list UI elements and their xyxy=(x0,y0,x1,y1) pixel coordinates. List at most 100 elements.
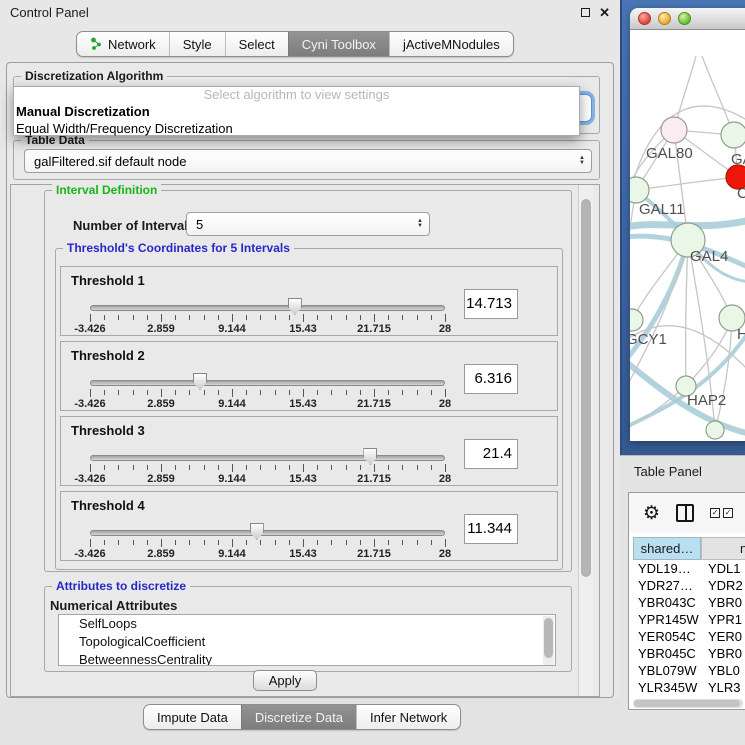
network-node-gcy1[interactable] xyxy=(630,309,643,331)
attribute-item[interactable]: TopologicalCoefficient xyxy=(59,633,555,651)
table-data-combo[interactable]: galFiltered.sif default node ▲▼ xyxy=(24,149,592,173)
tab-label: Discretize Data xyxy=(255,710,343,725)
table-row[interactable]: YBR043CYBR0 xyxy=(633,594,745,611)
slider-tick xyxy=(402,315,403,320)
slider-tick xyxy=(331,540,332,545)
slider-thumb[interactable] xyxy=(250,523,264,540)
scrollbar-thumb[interactable] xyxy=(581,199,591,577)
slider-tick xyxy=(388,315,389,320)
checkbox-icon[interactable]: ✓ xyxy=(710,508,720,518)
tab-jactivemnodules[interactable]: jActiveMNodules xyxy=(389,32,513,56)
close-traffic-light-icon[interactable] xyxy=(638,12,651,25)
slider-tick xyxy=(360,465,361,470)
slider-tick xyxy=(90,389,91,397)
network-window-titlebar xyxy=(630,8,745,30)
slider-track[interactable] xyxy=(90,380,445,386)
tab-network[interactable]: Network xyxy=(77,32,169,56)
columns-icon[interactable] xyxy=(676,504,694,522)
tab-select[interactable]: Select xyxy=(225,32,288,56)
slider-thumb[interactable] xyxy=(363,448,377,465)
tab-cyni-toolbox[interactable]: Cyni Toolbox xyxy=(288,32,389,56)
slider-tick xyxy=(133,540,134,545)
network-edge[interactable] xyxy=(630,386,686,430)
network-node[interactable] xyxy=(706,421,724,439)
table-row[interactable]: YPR145WYPR1 xyxy=(633,611,745,628)
tab-infer-network[interactable]: Infer Network xyxy=(356,705,460,729)
tick-label: 15.43 xyxy=(289,323,317,335)
table-row[interactable]: YER054CYER0 xyxy=(633,628,745,645)
threshold-value-field[interactable]: 6.316 xyxy=(464,364,518,394)
tab-impute-data[interactable]: Impute Data xyxy=(144,705,241,729)
slider-thumb[interactable] xyxy=(288,298,302,315)
slider-tick xyxy=(417,390,418,395)
group-title-attributes: Attributes to discretize xyxy=(52,579,190,593)
slider-tick xyxy=(147,315,148,320)
tick-label: 15.43 xyxy=(289,398,317,410)
threshold-value-field[interactable]: 11.344 xyxy=(464,514,518,544)
checkbox-icon[interactable]: ✓ xyxy=(723,508,733,518)
tick-label: -3.426 xyxy=(74,323,105,335)
node-label: GAL11 xyxy=(639,201,685,218)
tab-style[interactable]: Style xyxy=(169,32,225,56)
network-view-window: GAL80GACGAL11GAL4GCY1HHAP2 xyxy=(630,8,745,441)
slider-tick xyxy=(402,390,403,395)
slider-tick xyxy=(246,315,247,320)
algorithm-option-manual-discretization[interactable]: Manual Discretization xyxy=(14,103,579,120)
slider-tick xyxy=(303,464,304,472)
network-edge[interactable] xyxy=(636,177,738,190)
network-node-ga[interactable] xyxy=(721,122,745,148)
algorithm-option-equal-width-frequency-discretization[interactable]: Equal Width/Frequency Discretization xyxy=(14,120,579,137)
zoom-traffic-light-icon[interactable] xyxy=(678,12,691,25)
threshold-panel-3: Threshold 3 -3.4262.8599.14415.4321.7152… xyxy=(60,416,558,486)
minimize-traffic-light-icon[interactable] xyxy=(658,12,671,25)
slider-tick xyxy=(374,539,375,547)
settings-scrollbar[interactable] xyxy=(578,185,593,696)
table-row[interactable]: YDR27…YDR2 xyxy=(633,577,745,594)
apply-button[interactable]: Apply xyxy=(253,670,317,691)
list-scrollbar[interactable] xyxy=(543,616,554,666)
slider-tick xyxy=(189,315,190,320)
node-label: GA xyxy=(731,151,745,168)
attribute-item[interactable]: SelfLoops xyxy=(59,615,555,633)
network-edge[interactable] xyxy=(686,240,688,386)
close-icon[interactable]: ✕ xyxy=(599,6,610,19)
group-title-algorithm: Discretization Algorithm xyxy=(21,69,167,83)
column-header-1[interactable]: shared… xyxy=(633,537,701,560)
scrollbar-thumb[interactable] xyxy=(544,618,553,658)
numerical-attributes-list[interactable]: SelfLoopsTopologicalCoefficientBetweenne… xyxy=(58,614,556,666)
attribute-item[interactable]: BetweennessCentrality xyxy=(59,651,555,666)
slider-track[interactable] xyxy=(90,455,445,461)
float-window-icon[interactable] xyxy=(581,8,590,17)
tab-discretize-data[interactable]: Discretize Data xyxy=(241,705,356,729)
threshold-value-field[interactable]: 14.713 xyxy=(464,289,518,319)
table-row[interactable]: YLR345WYLR3 xyxy=(633,679,745,696)
table-horizontal-scrollbar[interactable] xyxy=(633,699,743,708)
number-of-intervals-value: 5 xyxy=(187,217,203,232)
table-cell: YBR0 xyxy=(701,645,745,662)
column-header-2[interactable]: na xyxy=(701,537,745,560)
threshold-panel-2: Threshold 2 -3.4262.8599.14415.4321.7152… xyxy=(60,341,558,411)
slider-track[interactable] xyxy=(90,305,445,311)
table-row[interactable]: YBR045CYBR0 xyxy=(633,645,745,662)
slider-tick xyxy=(431,390,432,395)
table-cell: YBL079W xyxy=(633,662,701,679)
table-row[interactable]: YDL19…YDL1 xyxy=(633,560,745,577)
network-node-gal80[interactable] xyxy=(661,117,687,143)
tab-label: Impute Data xyxy=(157,710,228,725)
slider-tick xyxy=(275,390,276,395)
gear-icon[interactable]: ⚙ xyxy=(643,504,660,523)
threshold-value-field[interactable]: 21.4 xyxy=(464,439,518,469)
network-canvas[interactable]: GAL80GACGAL11GAL4GCY1HHAP2 xyxy=(630,30,745,441)
network-graph[interactable]: GAL80GACGAL11GAL4GCY1HHAP2 xyxy=(630,30,745,441)
table-row[interactable]: YBL079WYBL0 xyxy=(633,662,745,679)
slider-track[interactable] xyxy=(90,530,445,536)
tab-label: jActiveMNodules xyxy=(403,37,500,52)
node-label: H xyxy=(737,326,745,343)
table-cell: YDR27… xyxy=(633,577,701,594)
number-of-intervals-combo[interactable]: 5 ▲▼ xyxy=(186,212,430,236)
slider-tick xyxy=(232,539,233,547)
slider-tick xyxy=(431,540,432,545)
tick-label: 9.144 xyxy=(218,398,246,410)
slider-thumb[interactable] xyxy=(193,373,207,390)
scrollbar-thumb[interactable] xyxy=(634,700,740,707)
